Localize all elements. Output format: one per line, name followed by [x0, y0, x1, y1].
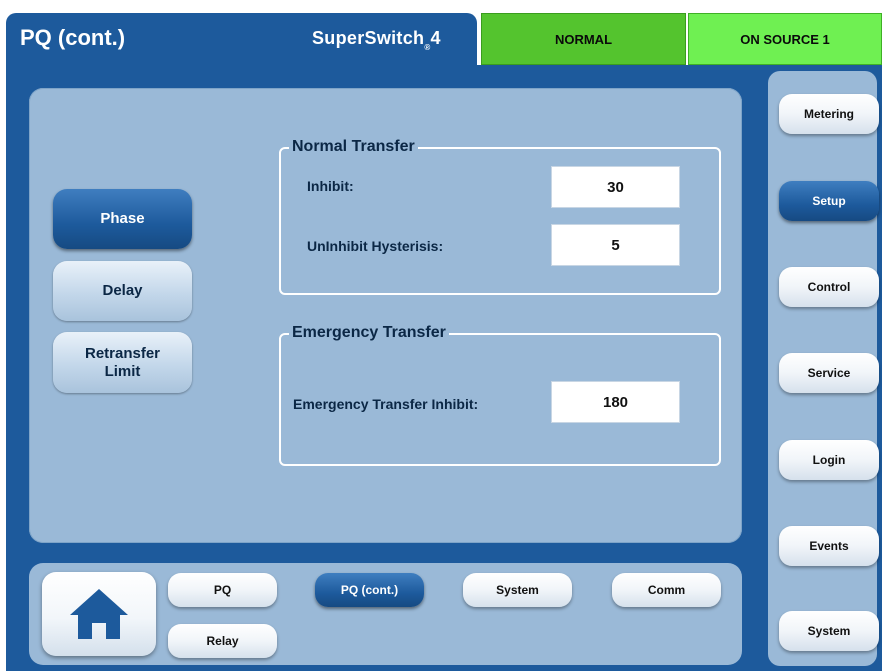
side-service-button[interactable]: Service — [779, 353, 879, 393]
inhibit-field[interactable]: 30 — [551, 166, 680, 208]
emergency-inhibit-field[interactable]: 180 — [551, 381, 680, 423]
tab-retransfer-limit[interactable]: Retransfer Limit — [53, 332, 192, 393]
bottom-system-button[interactable]: System — [463, 573, 572, 607]
uninhibit-hysteresis-field[interactable]: 5 — [551, 224, 680, 266]
uninhibit-hysteresis-label: UnInhibit Hysterisis: — [307, 238, 444, 254]
page-title: PQ (cont.) — [20, 25, 126, 50]
bottom-comm-button[interactable]: Comm — [612, 573, 721, 607]
side-control-button[interactable]: Control — [779, 267, 879, 307]
brand-name: SuperSwitch — [312, 28, 425, 48]
tab-delay[interactable]: Delay — [53, 261, 192, 321]
side-login-button[interactable]: Login — [779, 440, 879, 480]
bottom-relay-button[interactable]: Relay — [168, 624, 277, 658]
bottom-pq-button[interactable]: PQ — [168, 573, 277, 607]
status-normal-badge: NORMAL — [481, 13, 686, 65]
tab-phase[interactable]: Phase — [53, 189, 192, 249]
side-events-button[interactable]: Events — [779, 526, 879, 566]
inhibit-label: Inhibit: — [307, 178, 354, 194]
side-system-button[interactable]: System — [779, 611, 879, 651]
emergency-inhibit-label: Emergency Transfer Inhibit: — [293, 396, 479, 412]
emergency-transfer-legend: Emergency Transfer — [289, 324, 449, 342]
brand-suffix: 4 — [430, 28, 441, 48]
brand-registered-mark: ® — [424, 43, 431, 52]
brand-logo: SuperSwitch®4 — [312, 18, 441, 58]
bottom-pq-cont-button[interactable]: PQ (cont.) — [315, 573, 424, 607]
side-setup-button[interactable]: Setup — [779, 181, 879, 221]
home-button[interactable] — [42, 572, 156, 656]
status-source-badge: ON SOURCE 1 — [688, 13, 882, 65]
home-icon — [70, 589, 128, 639]
side-metering-button[interactable]: Metering — [779, 94, 879, 134]
normal-transfer-legend: Normal Transfer — [289, 138, 418, 156]
